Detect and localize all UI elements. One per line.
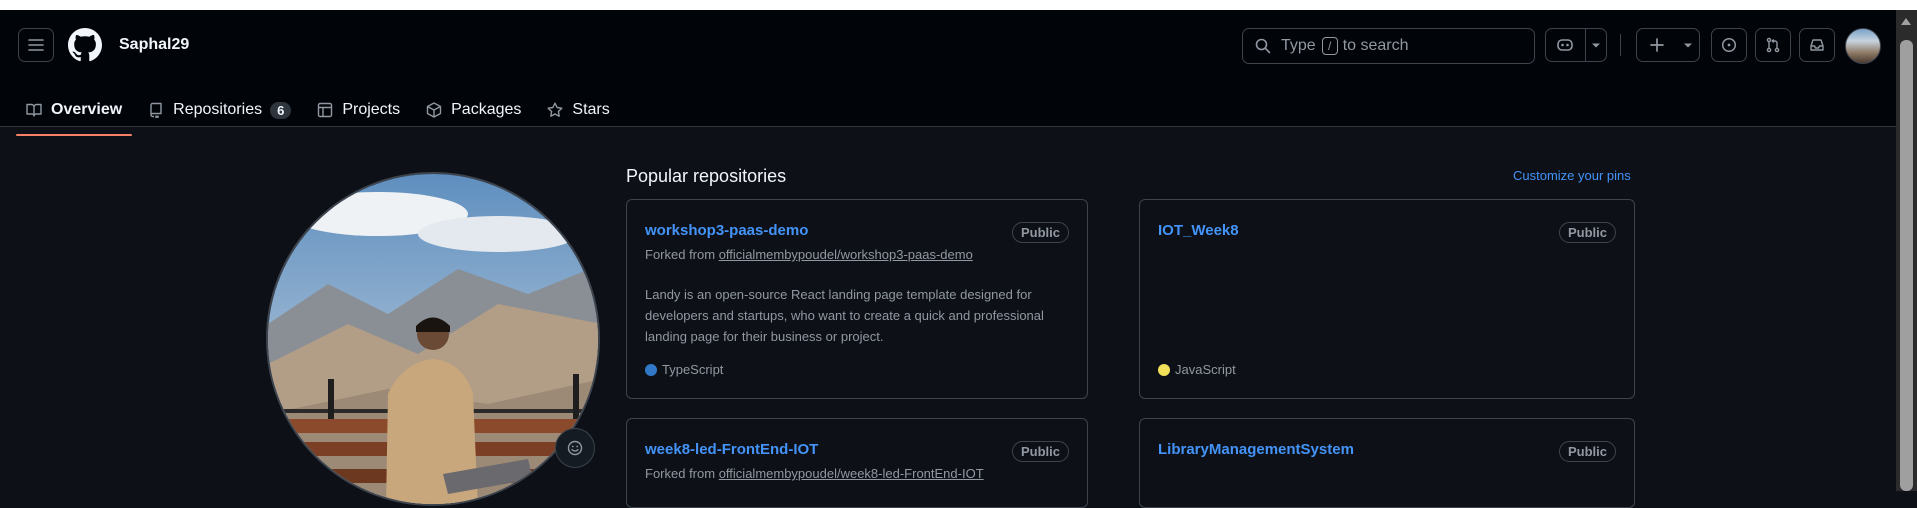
pull-requests-button[interactable] <box>1755 28 1791 62</box>
issues-button[interactable] <box>1711 28 1747 62</box>
scroll-up-arrow-icon[interactable] <box>1901 18 1911 25</box>
visibility-badge: Public <box>1011 222 1069 243</box>
forked-prefix: Forked from <box>645 466 716 481</box>
forked-from-text: Forked from officialmembypoudel/week8-le… <box>645 466 984 481</box>
tab-repositories[interactable]: Repositories 6 <box>138 90 301 130</box>
repo-card: LibraryManagementSystem Public <box>1139 418 1635 508</box>
tab-overview-label: Overview <box>51 101 123 118</box>
repo-card: week8-led-FrontEnd-IOT Public Forked fro… <box>626 418 1088 508</box>
repo-link[interactable]: LibraryManagementSystem <box>1158 441 1354 458</box>
table-icon <box>318 102 333 118</box>
customize-pins-link[interactable]: Customize your pins <box>1513 168 1631 183</box>
browser-top-strip <box>0 0 1917 10</box>
tab-packages[interactable]: Packages <box>416 90 531 130</box>
repo-link[interactable]: week8-led-FrontEnd-IOT <box>645 441 818 458</box>
forked-source-link[interactable]: officialmembypoudel/workshop3-paas-demo <box>719 247 973 262</box>
tab-projects-label: Projects <box>342 101 401 118</box>
language-name: TypeScript <box>662 362 724 377</box>
chevron-down-icon <box>1591 43 1600 48</box>
repo-description: Landy is an open-source React landing pa… <box>645 287 1044 344</box>
repo-language: JavaScript <box>1158 362 1236 377</box>
copilot-dropdown-button[interactable] <box>1586 29 1606 61</box>
repo-card: workshop3-paas-demo Public Forked from o… <box>626 199 1088 399</box>
create-new-button[interactable] <box>1636 28 1700 62</box>
star-icon <box>547 102 563 117</box>
git-pull-request-icon <box>1766 37 1780 53</box>
tab-stars[interactable]: Stars <box>537 90 619 130</box>
visibility-badge: Public <box>1558 222 1616 243</box>
profile-username[interactable]: Saphal29 <box>119 36 189 54</box>
menu-button[interactable] <box>18 28 54 62</box>
github-logo-icon[interactable] <box>68 28 102 62</box>
profile-photo <box>268 174 598 504</box>
search-placeholder-suffix: to search <box>1342 37 1409 54</box>
language-color-dot <box>645 363 657 376</box>
tab-overview[interactable]: Overview <box>16 90 133 136</box>
tab-repositories-label: Repositories <box>173 101 263 118</box>
page-scrollbar[interactable] <box>1896 10 1917 491</box>
inbox-icon <box>1810 39 1824 51</box>
issue-opened-icon <box>1721 37 1737 53</box>
repo-language: TypeScript <box>645 362 723 377</box>
forked-source-link[interactable]: officialmembypoudel/week8-led-FrontEnd-I… <box>719 466 984 481</box>
profile-avatar <box>266 172 600 506</box>
popular-repositories-title: Popular repositories <box>626 166 787 186</box>
tab-stars-label: Stars <box>572 101 610 118</box>
copilot-icon <box>1557 39 1574 51</box>
visibility-badge: Public <box>1558 441 1616 462</box>
set-status-button[interactable] <box>555 428 595 468</box>
language-color-dot <box>1158 363 1170 376</box>
book-icon <box>26 103 42 117</box>
profile-tabs: Overview Repositories 6 Projects Package… <box>16 90 626 136</box>
plus-icon <box>1650 38 1664 52</box>
scrollbar-thumb[interactable] <box>1900 40 1913 491</box>
tab-projects[interactable]: Projects <box>307 90 410 130</box>
chevron-down-icon <box>1684 43 1692 48</box>
package-icon <box>426 102 442 118</box>
search-input[interactable]: Type / to search <box>1242 28 1535 64</box>
repo-link[interactable]: IOT_Week8 <box>1158 222 1239 239</box>
language-name: JavaScript <box>1175 362 1236 377</box>
copilot-button[interactable] <box>1546 29 1585 61</box>
repo-link[interactable]: workshop3-paas-demo <box>645 222 808 239</box>
repo-icon <box>150 102 162 118</box>
forked-from-text: Forked from officialmembypoudel/workshop… <box>645 247 973 262</box>
search-icon <box>1255 38 1271 54</box>
header-divider <box>1620 34 1621 56</box>
hamburger-icon <box>28 39 44 51</box>
smiley-icon <box>567 440 583 456</box>
copilot-split-button <box>1545 28 1607 62</box>
forked-prefix: Forked from <box>645 247 716 262</box>
search-placeholder-prefix: Type <box>1281 37 1316 54</box>
user-avatar-button[interactable] <box>1845 28 1881 64</box>
search-shortcut-key: / <box>1321 37 1338 55</box>
visibility-badge: Public <box>1011 441 1069 462</box>
inbox-button[interactable] <box>1799 28 1835 62</box>
global-header: Saphal29 Type / to search Overview Repos… <box>0 10 1896 136</box>
repositories-count: 6 <box>270 101 292 119</box>
repo-card: IOT_Week8 Public JavaScript <box>1139 199 1635 399</box>
tab-packages-label: Packages <box>451 101 522 118</box>
